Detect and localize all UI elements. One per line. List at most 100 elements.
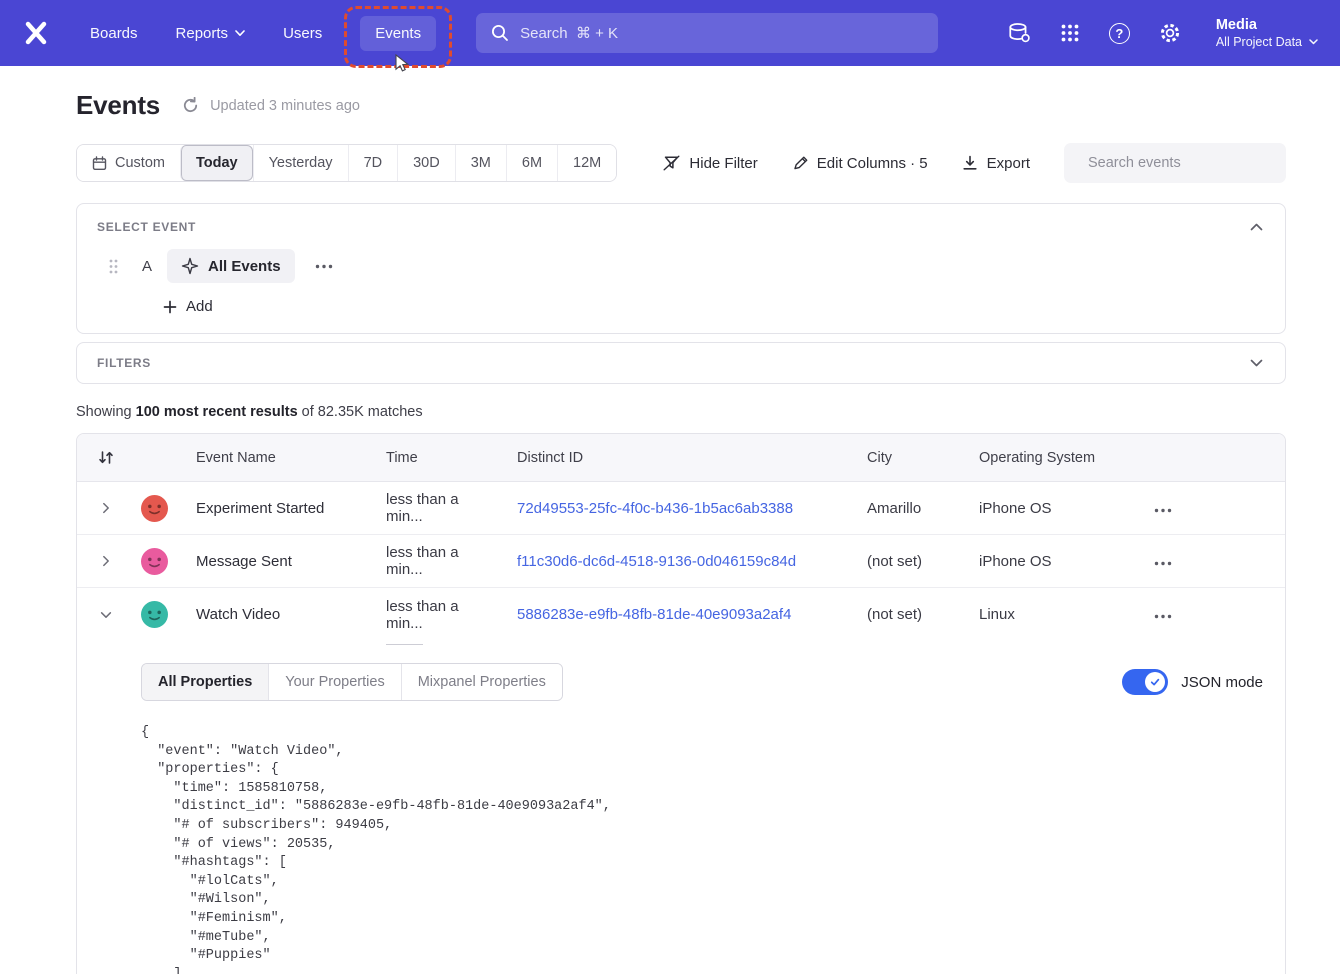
project-name: Media <box>1216 16 1318 34</box>
date-today-button[interactable]: Today <box>180 145 253 181</box>
expand-filters-button[interactable] <box>1248 357 1265 369</box>
date-7d-button[interactable]: 7D <box>348 145 398 181</box>
navbar-right: ? Media All Project Data <box>1007 16 1318 51</box>
chevron-down-icon <box>1250 359 1263 367</box>
main-content: Events Updated 3 minutes ago Custom Toda… <box>0 66 1340 974</box>
results-summary: Showing 100 most recent results of 82.35… <box>76 404 1286 420</box>
filters-title: FILTERS <box>97 356 151 370</box>
collapse-row-button[interactable] <box>95 604 117 626</box>
tab-mixpanel-properties[interactable]: Mixpanel Properties <box>401 664 562 700</box>
table-row: Message Sent less than a min... f11c30d6… <box>77 535 1285 588</box>
json-mode-toggle[interactable] <box>1122 669 1168 695</box>
hide-filter-label: Hide Filter <box>689 155 757 172</box>
event-name: Experiment Started <box>177 500 367 517</box>
event-city: (not set) <box>848 553 960 570</box>
selected-event-label: All Events <box>208 258 281 275</box>
col-header-distinct-id[interactable]: Distinct ID <box>498 450 848 466</box>
col-header-event-name[interactable]: Event Name <box>177 450 367 466</box>
ellipsis-icon <box>315 264 333 269</box>
distinct-id-link[interactable]: 5886283e-e9fb-48fb-81de-40e9093a2af4 <box>517 606 791 623</box>
col-header-os[interactable]: Operating System <box>960 450 1135 466</box>
edit-columns-label: Edit Columns · 5 <box>817 155 928 172</box>
page-header: Events Updated 3 minutes ago <box>76 90 1286 121</box>
ellipsis-icon <box>1154 508 1172 513</box>
event-name: Message Sent <box>177 553 367 570</box>
expand-row-button[interactable] <box>95 550 117 572</box>
distinct-id-link[interactable]: 72d49553-25fc-4f0c-b436-1b5ac6ab3388 <box>517 500 793 517</box>
event-city: (not set) <box>848 606 960 623</box>
nav-events[interactable]: Events <box>360 16 436 51</box>
event-os: iPhone OS <box>960 553 1135 570</box>
col-header-city[interactable]: City <box>848 450 960 466</box>
table-header-row: Event Name Time Distinct ID City Operati… <box>77 434 1285 482</box>
hide-filter-button[interactable]: Hide Filter <box>663 155 757 172</box>
download-icon <box>962 155 978 171</box>
collapse-section-button[interactable] <box>1248 221 1265 233</box>
row-more-options-button[interactable] <box>1135 500 1285 517</box>
row-more-options-button[interactable] <box>1135 553 1285 570</box>
distinct-id-link[interactable]: f11c30d6-dc6d-4518-9136-0d046159c84d <box>517 553 796 570</box>
events-search-input[interactable] <box>1088 155 1275 171</box>
date-3m-button[interactable]: 3M <box>455 145 506 181</box>
nav-boards[interactable]: Boards <box>90 16 138 51</box>
row-more-options-button[interactable] <box>1135 606 1285 623</box>
avatar[interactable] <box>141 601 168 628</box>
date-custom-button[interactable]: Custom <box>77 145 180 181</box>
refresh-button[interactable] <box>182 97 199 114</box>
event-name: Watch Video <box>177 606 367 623</box>
avatar[interactable] <box>141 548 168 575</box>
chevron-right-icon <box>99 501 113 515</box>
chevron-down-icon <box>235 30 245 37</box>
nav-events-wrap: Events <box>360 16 436 51</box>
global-search[interactable] <box>476 13 938 53</box>
nav-reports[interactable]: Reports <box>176 16 246 51</box>
avatar[interactable] <box>141 495 168 522</box>
results-suffix: of 82.35K matches <box>298 404 423 420</box>
date-12m-button[interactable]: 12M <box>557 145 616 181</box>
filter-funnel-icon <box>663 155 680 171</box>
nav-reports-label: Reports <box>176 25 229 42</box>
col-header-time[interactable]: Time <box>367 450 498 466</box>
toolbar: Custom Today Yesterday 7D 30D 3M 6M 12M … <box>76 143 1286 183</box>
project-switcher[interactable]: Media All Project Data <box>1216 16 1318 51</box>
date-6m-button[interactable]: 6M <box>506 145 557 181</box>
refresh-icon <box>182 97 199 114</box>
export-button[interactable]: Export <box>962 155 1030 172</box>
chevron-down-icon <box>1309 39 1318 45</box>
tab-your-properties[interactable]: Your Properties <box>268 664 400 700</box>
nav-users[interactable]: Users <box>283 16 322 51</box>
sort-icon[interactable] <box>98 450 114 465</box>
help-icon[interactable]: ? <box>1109 23 1130 44</box>
data-management-icon[interactable] <box>1007 22 1031 44</box>
help-glyph: ? <box>1109 23 1130 44</box>
settings-gear-icon[interactable] <box>1159 22 1181 44</box>
json-mode-control: JSON mode <box>1122 669 1263 695</box>
toggle-knob <box>1145 672 1165 692</box>
check-icon <box>1149 676 1161 688</box>
global-search-input[interactable] <box>520 25 923 42</box>
search-icon <box>491 24 509 42</box>
edit-columns-button[interactable]: Edit Columns · 5 <box>792 155 928 172</box>
events-search[interactable] <box>1064 143 1286 183</box>
add-event-label: Add <box>186 298 213 315</box>
apps-grid-icon[interactable] <box>1060 23 1080 43</box>
plus-icon <box>163 300 177 314</box>
event-selector-row: A All Events <box>97 249 1265 283</box>
row-detail-panel: All Properties Your Properties Mixpanel … <box>77 641 1285 974</box>
drag-handle-icon[interactable] <box>109 259 118 274</box>
mixpanel-logo[interactable] <box>22 19 50 47</box>
date-yesterday-button[interactable]: Yesterday <box>253 145 348 181</box>
event-time: less than a min... <box>367 491 498 525</box>
event-os: Linux <box>960 606 1135 623</box>
event-more-options-button[interactable] <box>311 260 337 273</box>
chevron-right-icon <box>99 554 113 568</box>
event-select-button[interactable]: All Events <box>167 249 295 283</box>
expand-row-button[interactable] <box>95 497 117 519</box>
add-event-button[interactable]: Add <box>163 298 213 315</box>
date-30d-button[interactable]: 30D <box>397 145 455 181</box>
all-events-sparkle-icon <box>181 257 199 275</box>
event-json-code: { "event": "Watch Video", "properties": … <box>141 724 1265 974</box>
tab-all-properties[interactable]: All Properties <box>142 664 268 700</box>
chevron-down-icon <box>99 608 113 622</box>
ellipsis-icon <box>1154 614 1172 619</box>
